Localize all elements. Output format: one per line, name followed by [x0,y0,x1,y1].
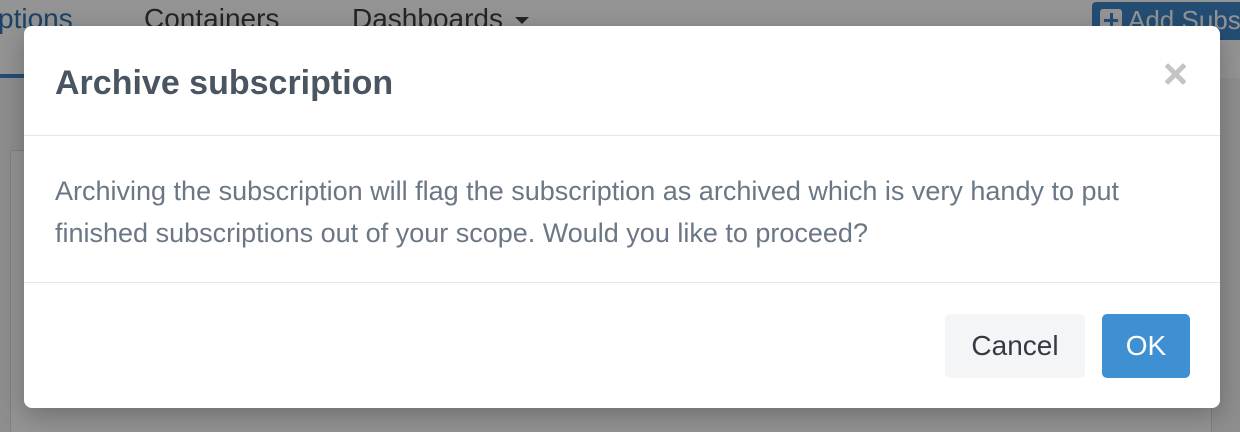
close-icon[interactable] [1158,58,1192,92]
cancel-button[interactable]: Cancel [945,314,1085,378]
dialog-header: Archive subscription [24,26,1220,136]
dialog-message: Archiving the subscription will flag the… [55,176,1120,248]
archive-subscription-dialog: Archive subscription Archiving the subsc… [24,26,1220,408]
ok-button[interactable]: OK [1102,314,1190,378]
dialog-body: Archiving the subscription will flag the… [24,136,1220,283]
dialog-title: Archive subscription [55,64,394,102]
